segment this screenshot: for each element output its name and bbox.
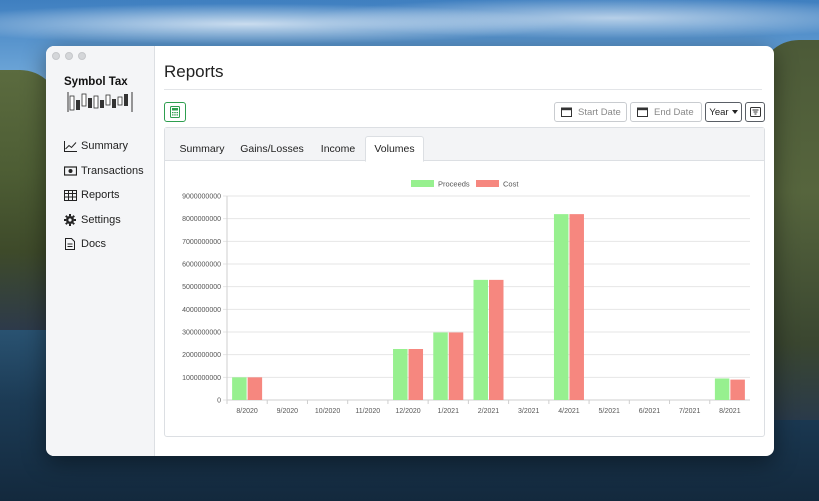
page-title: Reports [164, 62, 224, 81]
minimize-window-button[interactable] [65, 52, 73, 60]
start-date-input[interactable]: Start Date [554, 102, 627, 122]
bar-cost [489, 279, 504, 400]
tab-income[interactable]: Income [311, 136, 365, 161]
y-tick-label: 4000000000 [182, 307, 221, 314]
bar-cost [247, 377, 263, 400]
calendar-icon [561, 107, 572, 117]
bar-cost [569, 214, 584, 400]
sidebar-item-reports[interactable]: Reports [63, 183, 144, 208]
sidebar-item-transactions[interactable]: Transactions [63, 159, 144, 184]
x-tick-label: 11/2020 [355, 408, 380, 415]
x-tick-label: 5/2021 [598, 408, 620, 415]
bar-proceeds [232, 377, 247, 400]
bar-proceeds [553, 214, 569, 400]
zoom-window-button[interactable] [78, 52, 86, 60]
y-tick-label: 5000000000 [182, 284, 221, 291]
volumes-bar-chart: Proceeds Cost 0 1000000000 2000000000 3000000… [182, 180, 750, 415]
candlestick-logo-icon [67, 92, 133, 112]
tab-gains-losses[interactable]: Gains/Losses [235, 136, 309, 161]
x-tick-label: 10/2020 [315, 408, 340, 415]
cash-icon [63, 164, 77, 178]
sidebar-item-summary[interactable]: Summary [63, 134, 144, 159]
x-tick-label: 8/2021 [719, 408, 741, 415]
sidebar: Symbol Tax Summary Transactions Reports … [46, 46, 155, 456]
calculate-button[interactable] [164, 102, 186, 122]
app-window: Symbol Tax Summary Transactions Reports … [46, 46, 774, 456]
sidebar-item-label: Reports [81, 189, 120, 202]
x-tick-label: 1/2021 [438, 408, 460, 415]
sidebar-item-docs[interactable]: Docs [63, 232, 144, 257]
sidebar-item-settings[interactable]: Settings [63, 208, 144, 233]
close-window-button[interactable] [52, 52, 60, 60]
period-dropdown[interactable]: Year [705, 102, 742, 122]
table-icon [63, 188, 77, 202]
sidebar-item-label: Settings [81, 213, 121, 226]
report-tabs: Summary Gains/Losses Income Volumes [165, 128, 764, 162]
bar-cost [408, 349, 424, 400]
legend-label: Cost [503, 180, 519, 189]
document-icon [63, 237, 77, 251]
y-tick-label: 8000000000 [182, 216, 221, 223]
main-content: Reports Start Date End Date Year Summary… [156, 46, 774, 456]
x-tick-label: 6/2021 [639, 408, 661, 415]
filter-button[interactable] [745, 102, 765, 122]
y-tick-label: 9000000000 [182, 194, 221, 201]
title-divider [164, 89, 762, 90]
x-tick-label: 8/2020 [236, 408, 258, 415]
tab-summary[interactable]: Summary [171, 136, 233, 161]
y-tick-label: 1000000000 [182, 375, 221, 382]
sidebar-item-label: Transactions [81, 164, 144, 177]
window-controls [52, 52, 86, 60]
logo-text: Symbol Tax [64, 76, 128, 88]
x-tick-label: 2/2021 [478, 408, 500, 415]
y-tick-label: 3000000000 [182, 330, 221, 337]
app-logo: Symbol Tax [64, 74, 138, 114]
x-tick-label: 7/2021 [679, 408, 701, 415]
calculator-icon [170, 106, 180, 118]
tab-volumes[interactable]: Volumes [365, 136, 424, 162]
x-tick-label: 4/2021 [558, 408, 580, 415]
chart-line-icon [63, 139, 77, 153]
y-tick-label: 2000000000 [182, 352, 221, 359]
legend-swatch-cost [476, 180, 499, 187]
gear-icon [63, 213, 77, 227]
sidebar-nav: Summary Transactions Reports Settings Do… [63, 134, 144, 257]
bar-proceeds [393, 349, 408, 400]
caret-down-icon [731, 110, 738, 114]
y-tick-label: 0 [217, 398, 221, 405]
bar-proceeds [433, 332, 448, 400]
sidebar-item-label: Summary [81, 140, 129, 153]
x-tick-label: 3/2021 [518, 408, 540, 415]
y-tick-label: 7000000000 [182, 239, 221, 246]
bar-proceeds [473, 279, 488, 400]
report-panel: Summary Gains/Losses Income Volumes Proc… [164, 127, 765, 437]
y-tick-label: 6000000000 [182, 262, 221, 269]
x-tick-label: 9/2020 [277, 408, 299, 415]
period-value: Year [709, 106, 729, 118]
end-date-input[interactable]: End Date [630, 102, 702, 122]
legend-swatch-proceeds [411, 180, 434, 187]
filter-icon [749, 107, 761, 117]
start-date-placeholder: Start Date [578, 106, 621, 118]
bar-cost [448, 332, 464, 400]
end-date-placeholder: End Date [654, 106, 694, 118]
bar-proceeds [714, 378, 730, 400]
sidebar-item-label: Docs [81, 238, 107, 251]
bar-cost [730, 379, 745, 400]
x-tick-label: 12/2020 [395, 408, 420, 415]
legend-label: Proceeds [438, 180, 470, 189]
calendar-icon [637, 107, 648, 117]
